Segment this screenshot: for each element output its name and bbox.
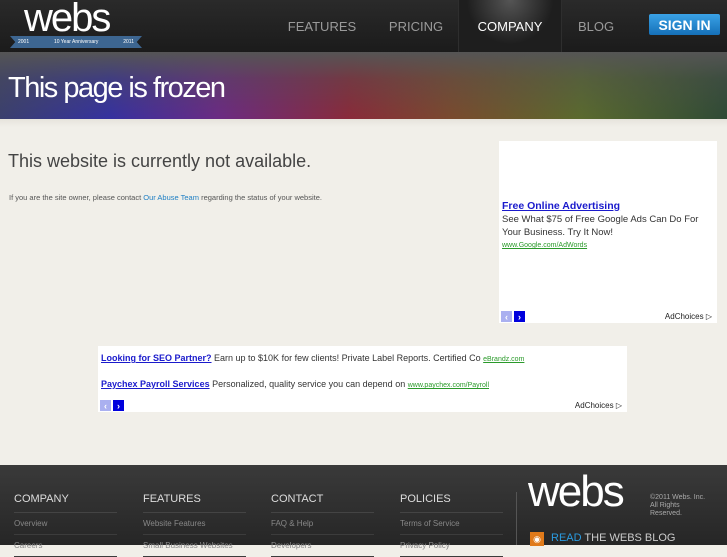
footer-link[interactable]: Careers	[14, 535, 117, 557]
ribbon-end: 2011	[123, 39, 134, 45]
blog-link[interactable]: READ THE WEBS BLOG	[551, 532, 676, 544]
adchoices-icon: ▷	[615, 401, 622, 410]
ad-item: Looking for SEO Partner? Earn up to $10K…	[101, 353, 524, 363]
footer-heading: COMPANY	[14, 493, 117, 513]
next-ad-icon[interactable]: ›	[113, 400, 124, 411]
nav-pricing[interactable]: PRICING	[378, 0, 454, 52]
footer-link[interactable]: FAQ & Help	[271, 513, 374, 535]
blog-read: READ	[551, 532, 582, 544]
nav-company[interactable]: COMPANY	[458, 0, 562, 52]
adchoices-icon: ▷	[705, 312, 712, 321]
footer-link[interactable]: Small Business Websites	[143, 535, 246, 557]
sign-in-button[interactable]: SIGN IN	[649, 14, 720, 35]
ad-url-link[interactable]: www.Google.com/AdWords	[502, 239, 712, 252]
unavailable-headline: This website is currently not available.	[8, 151, 312, 171]
ad-title-link[interactable]: Paychex Payroll Services	[101, 379, 210, 389]
note-text: If you are the site owner, please contac…	[9, 193, 144, 202]
footer-webs-logo[interactable]: webs	[528, 467, 625, 517]
rss-icon: ◉	[530, 532, 544, 546]
copyright: ©2011 Webs. Inc. All Rights Reserved.	[650, 494, 706, 517]
footer-link[interactable]: Terms of Service	[400, 513, 503, 535]
footer-link[interactable]: Website Features	[143, 513, 246, 535]
adchoices-link[interactable]: AdChoices ▷	[665, 312, 712, 321]
footer-link[interactable]: Developers	[271, 535, 374, 557]
anniversary-ribbon: 2001 10 Year Anniversary 2011	[10, 36, 142, 48]
adchoices-label: AdChoices	[574, 401, 614, 410]
prev-ad-icon[interactable]: ‹	[501, 311, 512, 322]
footer-divider	[516, 492, 517, 545]
footer-link[interactable]: Privacy Policy	[400, 535, 503, 557]
page-title: This page is frozen	[8, 72, 226, 104]
footer-column-features: FEATURES Website Features Small Business W…	[143, 493, 246, 557]
prev-ad-icon[interactable]: ‹	[100, 400, 111, 411]
abuse-team-link[interactable]: Our Abuse Team	[143, 193, 199, 202]
ad-url-link[interactable]: eBrandz.com	[483, 356, 524, 363]
top-navigation: webs 2001 10 Year Anniversary 2011 FEATU…	[0, 0, 727, 52]
adchoices-label: AdChoices	[664, 312, 704, 321]
ad-url-link[interactable]: www.paychex.com/Payroll	[408, 382, 489, 389]
ad-body: Personalized, quality service you can de…	[209, 379, 408, 389]
note-text-end: regarding the status of your website.	[198, 193, 322, 202]
footer-heading: FEATURES	[143, 493, 246, 513]
footer-heading: POLICIES	[400, 493, 503, 513]
page-banner: This page is frozen	[0, 52, 727, 119]
blog-rest: THE WEBS BLOG	[581, 532, 676, 544]
nav-features[interactable]: FEATURES	[278, 0, 366, 52]
footer-heading: CONTACT	[271, 493, 374, 513]
next-ad-icon[interactable]: ›	[514, 311, 525, 322]
footer-column-company: COMPANY Overview Careers	[14, 493, 117, 557]
nav-blog[interactable]: BLOG	[566, 0, 626, 52]
divider	[0, 119, 727, 127]
adchoices-link[interactable]: AdChoices ▷	[575, 401, 622, 410]
ribbon-label: 10 Year Anniversary	[53, 39, 99, 45]
ad-title-link[interactable]: Free Online Advertising	[502, 200, 712, 213]
webs-logo[interactable]: webs 2001 10 Year Anniversary 2011	[10, 0, 142, 48]
footer-link[interactable]: Overview	[14, 513, 117, 535]
logo-wordmark: webs	[24, 0, 111, 40]
ad-title-link[interactable]: Looking for SEO Partner?	[101, 353, 212, 363]
footer-column-policies: POLICIES Terms of Service Privacy Policy	[400, 493, 503, 557]
owner-note: If you are the site owner, please contac…	[9, 193, 322, 202]
side-ad: Free Online Advertising See What $75 of …	[499, 141, 717, 323]
ribbon-start: 2001	[18, 39, 30, 45]
ad-body: Earn up to $10K for few clients! Private…	[211, 353, 484, 363]
ad-item: Paychex Payroll Services Personalized, q…	[101, 379, 489, 389]
footer-column-contact: CONTACT FAQ & Help Developers	[271, 493, 374, 557]
wide-ad: Looking for SEO Partner? Earn up to $10K…	[98, 346, 627, 412]
ad-body: See What $75 of Free Google Ads Can Do F…	[502, 214, 699, 238]
